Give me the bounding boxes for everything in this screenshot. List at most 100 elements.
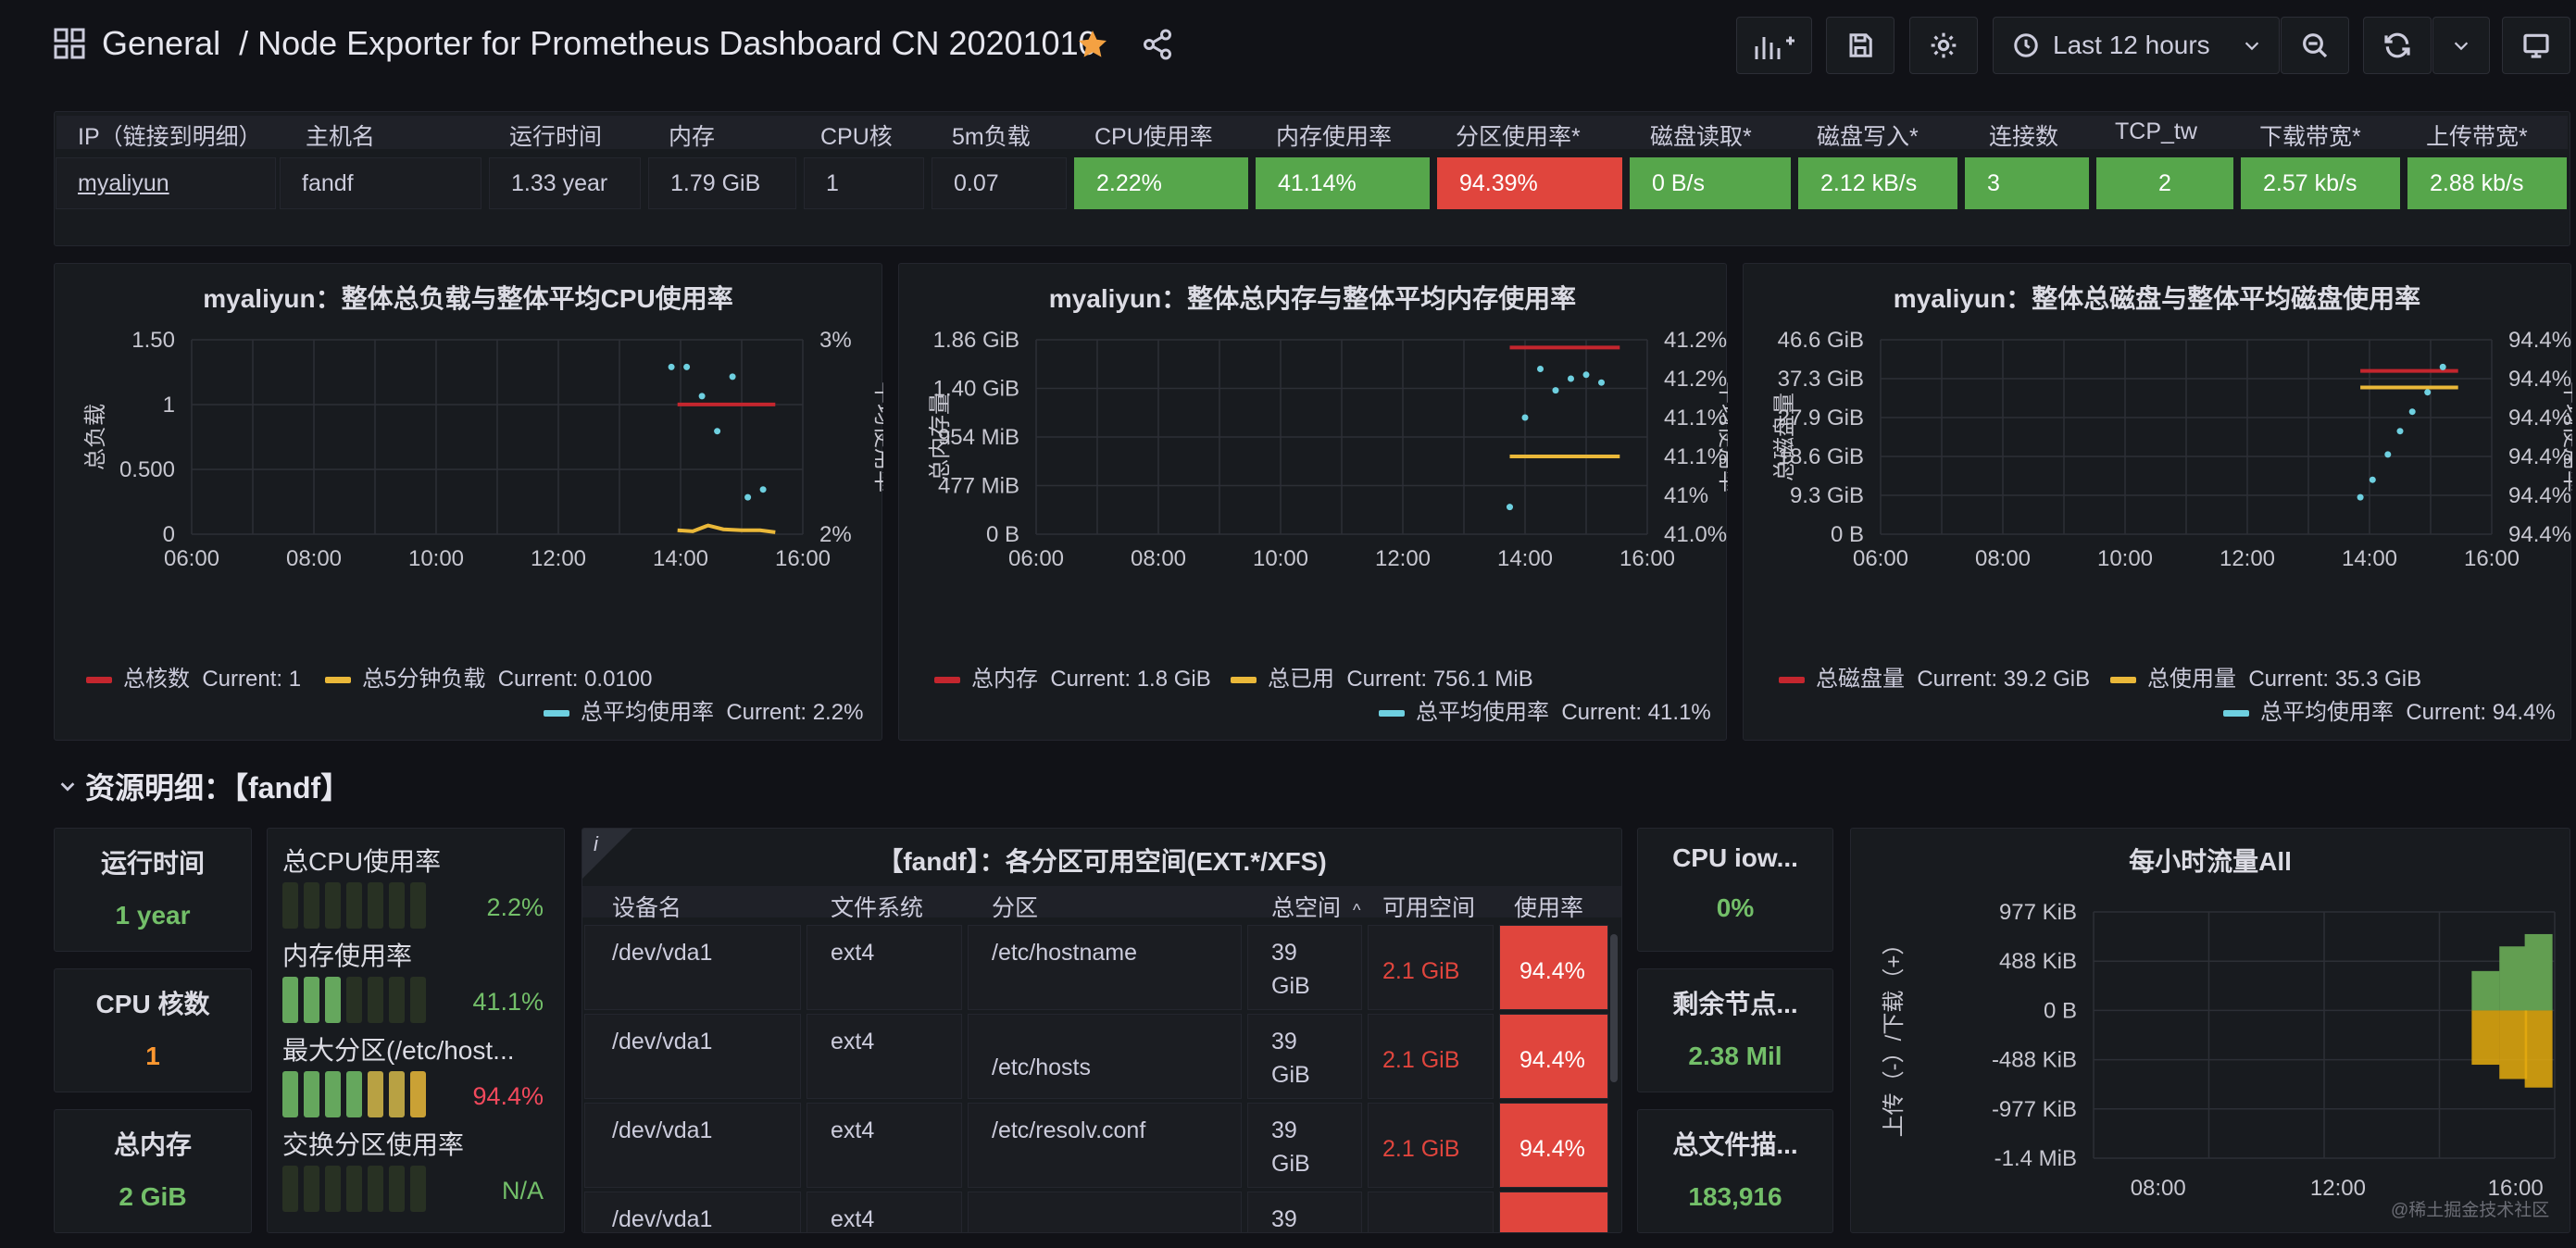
legend-item[interactable]: 总使用量 Current: 35.3 GiB [2110,660,2421,693]
legend-item[interactable]: 总核数 Current: 1 [86,660,301,693]
legend-name: 总磁盘量 [1816,667,1905,692]
panel-title: 每小时流量All [2129,847,2292,876]
overview-column-header[interactable]: 内存使用率 [1276,119,1392,152]
cpu-load-panel: myaliyun：整体总负载与整体平均CPU使用率 1.50 1 0.500 0 3% 2… [54,263,883,741]
column-header[interactable]: 可用空间 [1382,890,1475,923]
legend-item[interactable]: 总已用 Current: 756.1 MiB [1231,660,1533,693]
apps-grid-icon[interactable] [54,28,85,59]
cpu-load-chart[interactable]: 1.50 1 0.500 0 3% 2% 06:00 08:00 10:00 12:00 14:00… [55,319,883,653]
legend-item[interactable]: 总内存 Current: 1.8 GiB [934,660,1211,693]
stat-title: 运行时间 [100,849,205,878]
disk-chart[interactable]: 46.6 GiB37.3 GiB27.9 GiB18.6 GiB9.3 GiB0… [1744,319,2572,653]
star-icon[interactable] [1076,28,1109,61]
cycle-view-mode-button[interactable] [2502,17,2570,74]
breadcrumb: General / Node Exporter for Prometheus D… [102,24,1097,63]
gauge-cell [410,977,426,1023]
series-avg-usage-point [1537,366,1544,372]
y-tick-label: 1 [163,393,175,418]
upload-bar [2499,1010,2528,1080]
overview-column-header[interactable]: 主机名 [306,119,375,152]
dashboard-settings-button[interactable] [1909,17,1978,74]
overview-column-header[interactable]: 磁盘写入* [1817,119,1919,152]
time-range-label: Last 12 hours [2053,31,2210,59]
dashboard-title[interactable]: / Node Exporter for Prometheus Dashboard… [239,24,1097,62]
y2-axis-label: 平均使用率 [2560,381,2572,493]
refresh-button[interactable] [2363,17,2432,74]
table-cell [807,1014,962,1099]
series-load-5m [677,523,776,534]
total-memory-stat: 总内存 2 GiB [54,1109,252,1233]
overview-column-header[interactable]: 磁盘读取* [1650,119,1752,152]
overview-column-header[interactable]: 分区使用率* [1456,119,1581,152]
overview-column-header[interactable]: 运行时间 [509,119,602,152]
y2-tick-label: 41% [1664,483,1708,508]
column-header[interactable]: 分区 [992,890,1038,923]
x-tick-label: 14:00 [1497,546,1553,571]
upload-bar [2524,1010,2553,1088]
refresh-interval-dropdown[interactable] [2432,17,2490,74]
table-cell-text: 94.4% [1519,958,1585,984]
top-bar: General / Node Exporter for Prometheus D… [0,0,2576,93]
breadcrumb-folder[interactable]: General [102,24,220,62]
y-tick-label: -977 KiB [1992,1097,2077,1122]
row-collapse-toggle[interactable]: 资源明细：【fandf】 [57,765,350,807]
gauge-cell [325,882,341,929]
legend-current: Current: 2.2% [726,700,864,725]
table-cell-text: 2.1 GiB [1382,1047,1460,1073]
table-scrollbar[interactable] [1610,934,1618,1082]
column-header[interactable]: 使用率 [1514,890,1583,923]
series-avg-usage-point [1507,504,1513,511]
share-icon[interactable] [1141,28,1174,61]
host-link[interactable]: myaliyun [78,170,169,197]
y-tick-label: 1.86 GiB [933,328,1019,353]
table-cell [584,925,801,1010]
legend-current: Current: 41.1% [1561,700,1711,725]
overview-column-header[interactable]: 连接数 [1989,119,2058,152]
y-axis-label: 总内存量 [928,393,953,481]
table-cell [968,1103,1242,1188]
overview-column-header[interactable]: TCP_tw [2115,119,2197,145]
y2-tick-label: 94.4% [2508,522,2571,547]
overview-cell: 2.88 kb/s [2407,157,2567,209]
time-range-picker[interactable]: Last 12 hours [1993,17,2280,74]
overview-column-header[interactable]: 5m负载 [952,119,1031,152]
legend-item[interactable]: 总平均使用率 Current: 2.2% [544,693,863,726]
overview-column-header[interactable]: CPU核 [820,119,893,152]
download-bar [2524,933,2553,1011]
gauge-value: N/A [501,1177,544,1204]
x-tick-label: 10:00 [2097,546,2153,571]
legend-item[interactable]: 总5分钟负载 Current: 0.0100 [325,660,652,693]
gauge-value: 94.4% [472,1082,544,1110]
column-header[interactable]: 设备名 [612,890,682,923]
overview-cell: fandf [302,170,354,196]
gauge-value: 41.1% [472,988,544,1016]
overview-column-header[interactable]: 下载带宽* [2259,119,2361,152]
overview-column-header[interactable]: CPU使用率 [1094,119,1213,152]
legend-name: 总使用量 [2147,667,2236,692]
overview-cell: 1.33 year [511,170,608,196]
zoom-out-button[interactable] [2281,17,2349,74]
table-cell [1368,1192,1494,1232]
overview-column-header[interactable]: 内存 [669,119,715,152]
overview-column-header[interactable]: IP（链接到明细） [78,119,262,152]
gauge-cell [389,977,405,1023]
legend-current: Current: 35.3 GiB [2248,667,2422,692]
table-cell-text: /dev/vda1 [612,1117,713,1143]
overview-cell: 1 [826,170,839,196]
gauge-cell [410,1166,426,1212]
column-header-sorted[interactable]: 总空间 ^ [1271,890,1360,923]
column-header[interactable]: 文件系统 [831,890,923,923]
clock-icon [2014,33,2038,57]
legend-item[interactable]: 总平均使用率 Current: 94.4% [2223,693,2556,726]
legend-item[interactable]: 总磁盘量 Current: 39.2 GiB [1779,660,2090,693]
gauge-cell [389,882,405,929]
add-panel-button[interactable] [1736,17,1812,74]
overview-column-header[interactable]: 上传带宽* [2426,119,2528,152]
gauge-label: 最大分区(/etc/host... [282,1036,515,1065]
hourly-traffic-chart[interactable]: 977 KiB 488 KiB 0 B -488 KiB -977 KiB -1.4 Mi… [1851,875,2571,1234]
gauge-cell [282,1071,298,1117]
legend-item[interactable]: 总平均使用率 Current: 41.1% [1379,693,1711,726]
save-dashboard-button[interactable] [1826,17,1894,74]
memory-chart[interactable]: 1.86 GiB1.40 GiB954 MiB477 MiB0 B41.2%41… [899,319,1728,653]
legend-current: Current: 1.8 GiB [1050,667,1211,692]
